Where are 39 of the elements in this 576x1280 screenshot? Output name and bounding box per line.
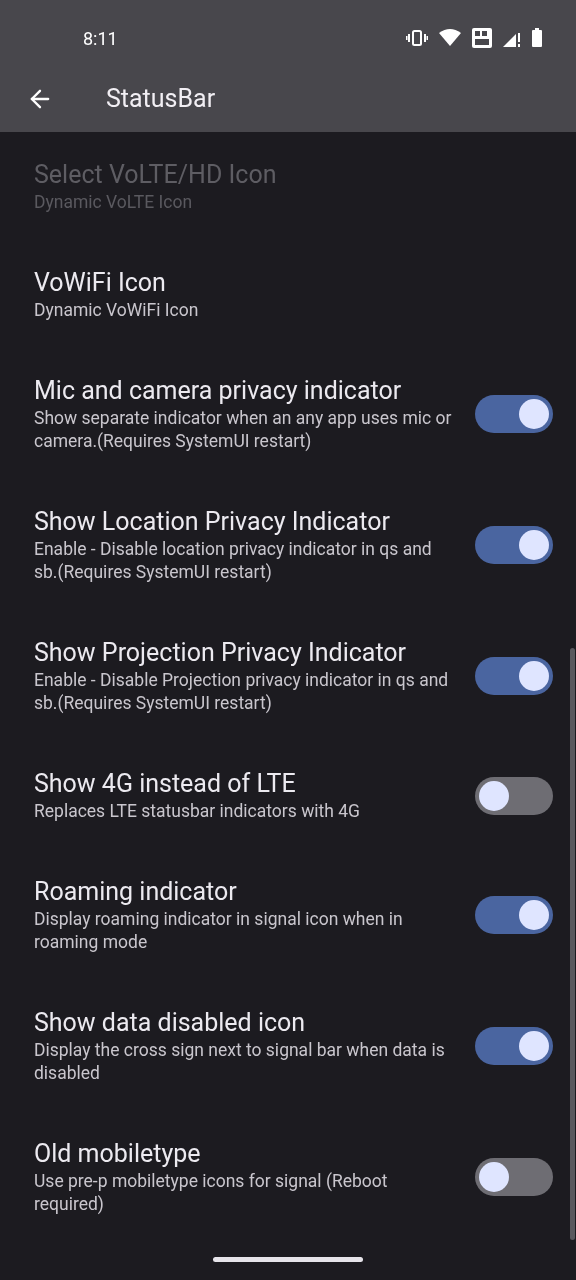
setting-summary: Display roaming indicator in signal icon when in roaming mode bbox=[34, 908, 404, 954]
setting-row[interactable]: Roaming indicator Display roaming indicator in signal icon when in roaming mode bbox=[0, 849, 576, 980]
setting-title: Mic and camera privacy indicator bbox=[34, 375, 403, 407]
setting-summary: Replaces LTE statusbar indicators with 4G bbox=[34, 800, 361, 823]
toggle-switch[interactable] bbox=[475, 1027, 553, 1065]
setting-summary: Enable - Disable Projection privacy indicator in qs and sb.(Requires SystemUI restart) bbox=[34, 669, 450, 715]
battery-icon bbox=[532, 28, 542, 47]
setting-title: Show data disabled icon bbox=[34, 1007, 307, 1039]
setting-summary: Dynamic VoWiFi Icon bbox=[34, 299, 200, 322]
toggle-switch[interactable] bbox=[475, 1158, 553, 1196]
setting-summary: Show separate indicator when an any app uses mic or camera.(Requires SystemUI restart) bbox=[34, 407, 453, 453]
setting-title: Show Projection Privacy Indicator bbox=[34, 637, 408, 669]
setting-title: VoWiFi Icon bbox=[34, 267, 167, 299]
toggle-switch[interactable] bbox=[475, 896, 553, 934]
setting-row[interactable]: Show 4G instead of LTE Replaces LTE statusbar indicators with 4G bbox=[0, 741, 576, 849]
setting-summary: Use pre-p mobiletype icons for signal (Reboot required) bbox=[34, 1170, 389, 1216]
page-title: StatusBar bbox=[106, 82, 216, 115]
clock: 8:11 bbox=[83, 27, 118, 51]
toggle-switch[interactable] bbox=[475, 776, 553, 815]
toggle-switch[interactable] bbox=[475, 395, 553, 433]
toggle-switch[interactable] bbox=[475, 657, 553, 695]
vibrate-icon bbox=[406, 29, 428, 46]
setting-row[interactable]: Old mobiletype Use pre-p mobiletype icons for signal (Reboot required) bbox=[0, 1111, 576, 1242]
volte-icon bbox=[472, 27, 492, 48]
setting-summary: Dynamic VoLTE Icon bbox=[34, 191, 194, 214]
setting-row[interactable]: Show Projection Privacy Indicator Enable - Disable Projection privacy indicator in qs and sb.(Requires SystemUI restart) bbox=[0, 610, 576, 741]
wifi-icon bbox=[439, 29, 461, 46]
setting-row[interactable]: VoWiFi Icon Dynamic VoWiFi Icon bbox=[0, 240, 576, 348]
toggle-switch[interactable] bbox=[475, 526, 553, 564]
setting-row[interactable]: Show data disabled icon Display the cross sign next to signal bar when data is disabled bbox=[0, 980, 576, 1111]
setting-summary: Display the cross sign next to signal bar when data is disabled bbox=[34, 1039, 446, 1085]
setting-title: Show 4G instead of LTE bbox=[34, 768, 297, 800]
setting-row[interactable]: Show Location Privacy Indicator Enable - Disable location privacy indicator in qs and sb.(Requires SystemUI restart) bbox=[0, 479, 576, 610]
setting-title: Show Location Privacy Indicator bbox=[34, 506, 391, 538]
setting-title: Roaming indicator bbox=[34, 876, 238, 908]
setting-title: Select VoLTE/HD Icon bbox=[34, 159, 278, 191]
setting-row[interactable]: Mic and camera privacy indicator Show separate indicator when an any app uses mic or camera.(Requires SystemUI restart) bbox=[0, 348, 576, 479]
setting-summary: Enable - Disable location privacy indicator in qs and sb.(Requires SystemUI restart) bbox=[34, 538, 433, 584]
setting-title: Old mobiletype bbox=[34, 1138, 202, 1170]
